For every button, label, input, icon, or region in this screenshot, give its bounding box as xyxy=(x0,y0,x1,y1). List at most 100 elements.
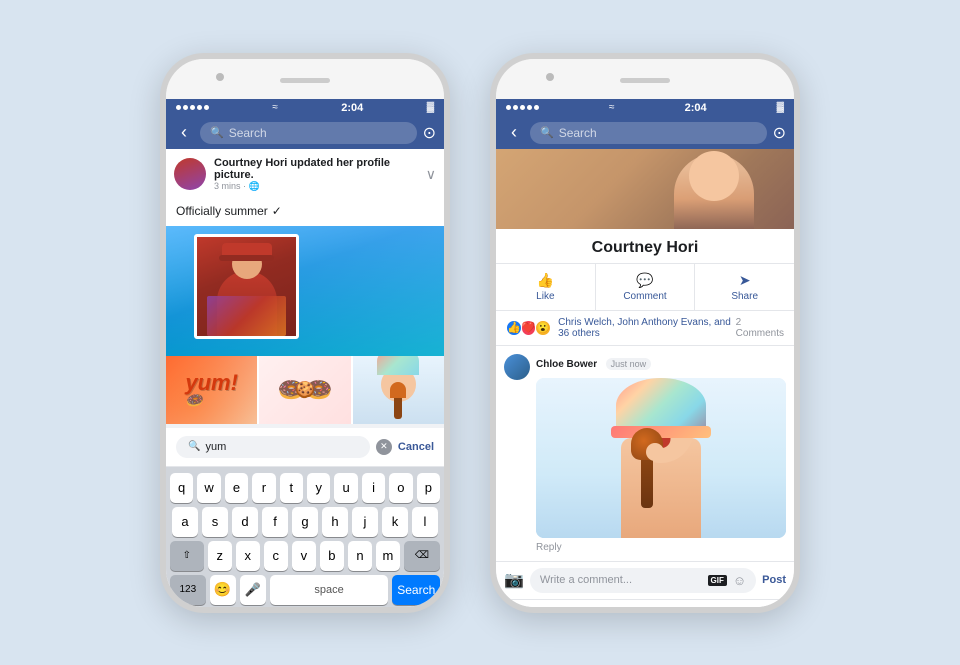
delete-key[interactable]: ⌫ xyxy=(404,541,440,571)
love-emoji: ❤️ xyxy=(521,320,537,336)
profile-banner xyxy=(496,149,794,229)
key-o[interactable]: o xyxy=(389,473,412,503)
key-x[interactable]: x xyxy=(236,541,260,571)
commenter-avatar xyxy=(504,354,530,380)
search-icon-right: 🔍 xyxy=(540,126,554,139)
comments-count: 2 Comments xyxy=(736,317,784,339)
left-fb-nav[interactable]: ‹ 🔍 Search ⊙ xyxy=(166,117,444,149)
profile-name: Courtney Hori xyxy=(504,239,786,257)
baby-photo xyxy=(353,356,444,424)
key-i[interactable]: i xyxy=(362,473,385,503)
comment-field-actions: GIF ☺ xyxy=(708,573,747,588)
video-nav-icon: ▶ xyxy=(638,610,652,613)
left-screen: Courtney Hori updated her profile pictur… xyxy=(166,149,444,613)
share-action-icon: ➤ xyxy=(739,272,751,289)
mic-key[interactable]: 🎤 xyxy=(240,575,266,605)
key-m[interactable]: m xyxy=(376,541,400,571)
emoji-key[interactable]: 😊 xyxy=(210,575,236,605)
search-key[interactable]: Search xyxy=(392,575,440,605)
right-fb-nav[interactable]: ‹ 🔍 Search ⊙ xyxy=(496,117,794,149)
key-r[interactable]: r xyxy=(252,473,275,503)
profile-name-section: Courtney Hori xyxy=(496,229,794,264)
comment-action-button[interactable]: 💬 Comment xyxy=(596,264,696,310)
speaker-right xyxy=(620,78,670,83)
nav-globe[interactable]: 🌐 xyxy=(675,600,735,613)
key-d[interactable]: d xyxy=(232,507,258,537)
nav-friends[interactable]: 👥 xyxy=(556,600,616,613)
keyboard: q w e r t y u i o p a s d f g h j k xyxy=(166,467,444,613)
search-in-feed[interactable]: 🔍 yum ✕ Cancel xyxy=(166,428,444,467)
front-camera-right xyxy=(546,73,554,81)
nav-menu[interactable]: ≡ xyxy=(734,600,794,613)
keyboard-row-2: a s d f g h j k l xyxy=(170,507,440,537)
globe-nav-icon: 🌐 xyxy=(693,610,715,613)
reply-link[interactable]: Reply xyxy=(504,538,786,553)
status-time-right: 2:04 xyxy=(685,102,707,114)
key-e[interactable]: e xyxy=(225,473,248,503)
reaction-names: Chris Welch, John Anthony Evans, and 36 … xyxy=(558,317,736,339)
comment-action-icon: 💬 xyxy=(636,272,653,289)
search-bar-text-left: Search xyxy=(229,126,267,140)
checkmark-icon: ✓ xyxy=(272,204,282,218)
key-g[interactable]: g xyxy=(292,507,318,537)
key-k[interactable]: k xyxy=(382,507,408,537)
messenger-icon-left[interactable]: ⊙ xyxy=(423,123,436,143)
back-button-left[interactable]: ‹ xyxy=(174,122,194,143)
number-key[interactable]: 123 xyxy=(170,575,206,605)
key-a[interactable]: a xyxy=(172,507,198,537)
key-n[interactable]: n xyxy=(348,541,372,571)
key-c[interactable]: c xyxy=(264,541,288,571)
signal-dots xyxy=(176,105,209,110)
comment-input-row[interactable]: 📷 Write a comment... GIF ☺ Post xyxy=(496,561,794,599)
back-button-right[interactable]: ‹ xyxy=(504,122,524,143)
like-action-button[interactable]: 👍 Like xyxy=(496,264,596,310)
status-time-left: 2:04 xyxy=(341,102,363,114)
like-action-label: Like xyxy=(536,291,554,302)
search-icon-left: 🔍 xyxy=(210,126,224,139)
comment-content: Chloe Bower Just now xyxy=(536,354,786,538)
key-p[interactable]: p xyxy=(417,473,440,503)
key-h[interactable]: h xyxy=(322,507,348,537)
post-author-left: Courtney Hori updated her profile pictur… xyxy=(214,157,418,181)
search-field[interactable]: 🔍 yum xyxy=(176,436,370,458)
key-u[interactable]: u xyxy=(334,473,357,503)
search-bar-right[interactable]: 🔍 Search xyxy=(530,122,767,144)
share-action-button[interactable]: ➤ Share xyxy=(695,264,794,310)
key-z[interactable]: z xyxy=(208,541,232,571)
yum-photo: yum! 🍩 xyxy=(166,356,257,424)
post-button[interactable]: Post xyxy=(762,574,786,586)
left-phone: ≈ 2:04 ▓ ‹ 🔍 Search ⊙ Courtney Hori upda… xyxy=(160,53,450,613)
key-w[interactable]: w xyxy=(197,473,220,503)
nav-home[interactable]: ⊞ xyxy=(496,600,556,613)
cancel-search-button[interactable]: Cancel xyxy=(398,441,434,453)
post-card-left: Courtney Hori updated her profile pictur… xyxy=(166,149,444,424)
key-v[interactable]: v xyxy=(292,541,316,571)
keyboard-row-4: 123 😊 🎤 space Search xyxy=(170,575,440,605)
photo-grid-row: yum! 🍩 🍩🍩 🍪 xyxy=(166,356,444,424)
emoji-icon-comment[interactable]: ☺ xyxy=(733,573,746,588)
comment-text-field[interactable]: Write a comment... GIF ☺ xyxy=(530,568,756,593)
donuts-photo: 🍩🍩 🍪 xyxy=(259,356,350,424)
key-l[interactable]: l xyxy=(412,507,438,537)
search-bar-text-right: Search xyxy=(559,126,597,140)
camera-icon[interactable]: 📷 xyxy=(504,570,524,590)
key-b[interactable]: b xyxy=(320,541,344,571)
keyboard-row-1: q w e r t y u i o p xyxy=(170,473,440,503)
key-s[interactable]: s xyxy=(202,507,228,537)
key-y[interactable]: y xyxy=(307,473,330,503)
nav-video[interactable]: ▶ xyxy=(615,600,675,613)
reactions-row: 👍 ❤️ 😮 Chris Welch, John Anthony Evans, … xyxy=(496,311,794,346)
key-j[interactable]: j xyxy=(352,507,378,537)
post-more-btn-left[interactable]: ∨ xyxy=(426,166,436,183)
search-icon-feed: 🔍 xyxy=(188,441,200,452)
key-f[interactable]: f xyxy=(262,507,288,537)
shift-key[interactable]: ⇧ xyxy=(170,541,204,571)
search-field-value[interactable]: yum xyxy=(205,441,357,453)
space-key[interactable]: space xyxy=(270,575,389,605)
messenger-icon-right[interactable]: ⊙ xyxy=(773,123,786,143)
gif-badge[interactable]: GIF xyxy=(708,575,727,586)
search-bar-left[interactable]: 🔍 Search xyxy=(200,122,417,144)
key-t[interactable]: t xyxy=(280,473,303,503)
key-q[interactable]: q xyxy=(170,473,193,503)
clear-search-button[interactable]: ✕ xyxy=(376,439,392,455)
